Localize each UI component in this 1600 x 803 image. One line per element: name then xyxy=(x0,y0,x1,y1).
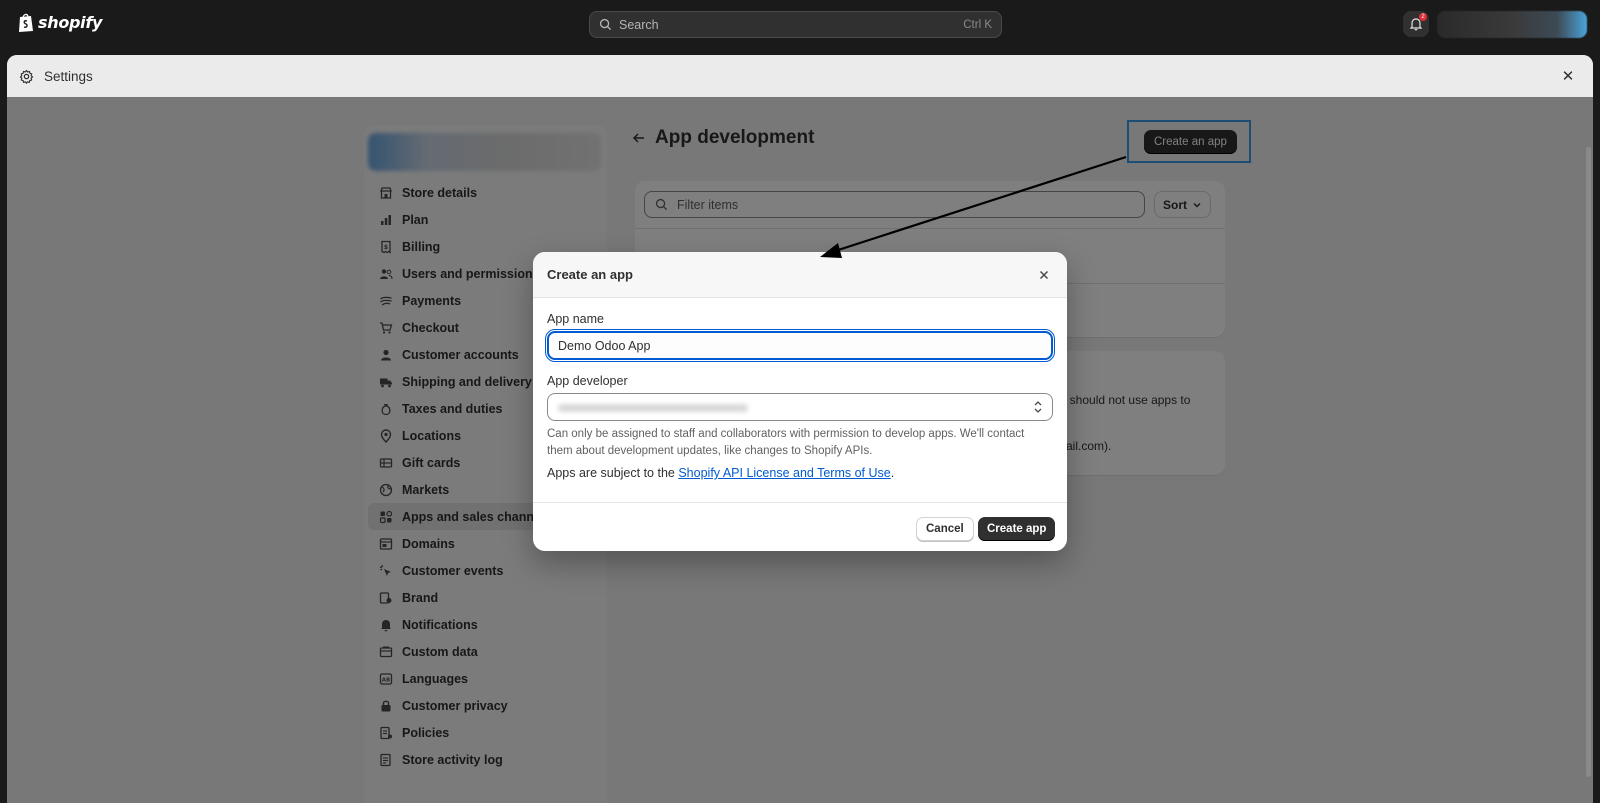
notification-badge: 2 xyxy=(1419,13,1427,21)
modal-footer: Cancel Create app xyxy=(533,502,1067,551)
modal-body: App name App developer Can only be assig… xyxy=(533,298,1067,480)
create-app-button[interactable]: Create app xyxy=(978,517,1056,541)
scrollbar[interactable] xyxy=(1583,97,1593,803)
select-chevron-icon xyxy=(1034,401,1042,413)
app-name-label: App name xyxy=(547,312,604,326)
app-developer-value xyxy=(558,404,748,412)
search-icon xyxy=(599,18,612,31)
terms-link[interactable]: Shopify API License and Terms of Use xyxy=(678,466,890,480)
settings-header: Settings ✕ xyxy=(7,55,1593,97)
terms-text: Apps are subject to the Shopify API Lice… xyxy=(547,466,1053,480)
developer-help-text: Can only be assigned to staff and collab… xyxy=(547,428,1025,457)
terms-prefix: Apps are subject to the xyxy=(547,466,679,480)
gear-icon xyxy=(19,69,34,84)
search-bar[interactable]: Search Ctrl K xyxy=(589,11,1002,38)
modal-header: Create an app xyxy=(533,252,1067,298)
terms-suffix: . xyxy=(890,466,895,480)
modal-title: Create an app xyxy=(547,267,633,282)
app-developer-select[interactable] xyxy=(547,393,1053,421)
shopify-bag-icon xyxy=(19,13,33,32)
cancel-button[interactable]: Cancel xyxy=(916,517,974,541)
search-placeholder: Search xyxy=(619,17,659,32)
create-app-modal: Create an app App name App developer Can… xyxy=(533,252,1067,551)
app-developer-label: App developer xyxy=(547,374,628,388)
settings-title: Settings xyxy=(44,68,93,84)
brand-name: shopify xyxy=(38,13,103,32)
account-menu[interactable] xyxy=(1437,11,1587,38)
notifications-button[interactable]: 2 xyxy=(1403,11,1429,37)
close-icon xyxy=(1039,270,1049,280)
scrollbar-thumb[interactable] xyxy=(1586,147,1591,777)
shopify-logo[interactable]: shopify xyxy=(17,12,102,33)
close-modal-button[interactable] xyxy=(1035,266,1053,284)
close-settings-button[interactable]: ✕ xyxy=(1559,67,1577,85)
app-name-input[interactable] xyxy=(545,329,1055,362)
search-shortcut: Ctrl K xyxy=(963,18,992,31)
top-bar: shopify Search Ctrl K 2 xyxy=(0,0,1600,48)
